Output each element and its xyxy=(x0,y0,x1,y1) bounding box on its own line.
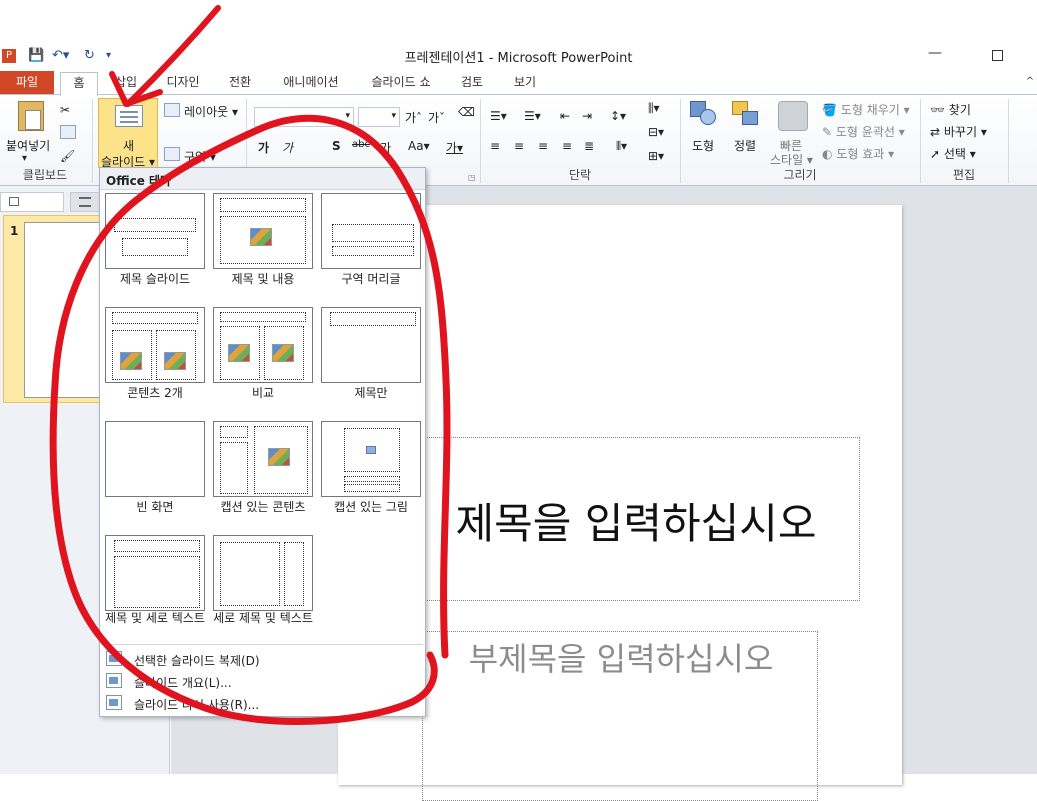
annotation-circle xyxy=(49,114,451,725)
annotation-arrow-shaft xyxy=(125,5,221,107)
red-annotation-overlay xyxy=(49,5,451,725)
tab-home[interactable]: 홈 xyxy=(60,72,98,96)
